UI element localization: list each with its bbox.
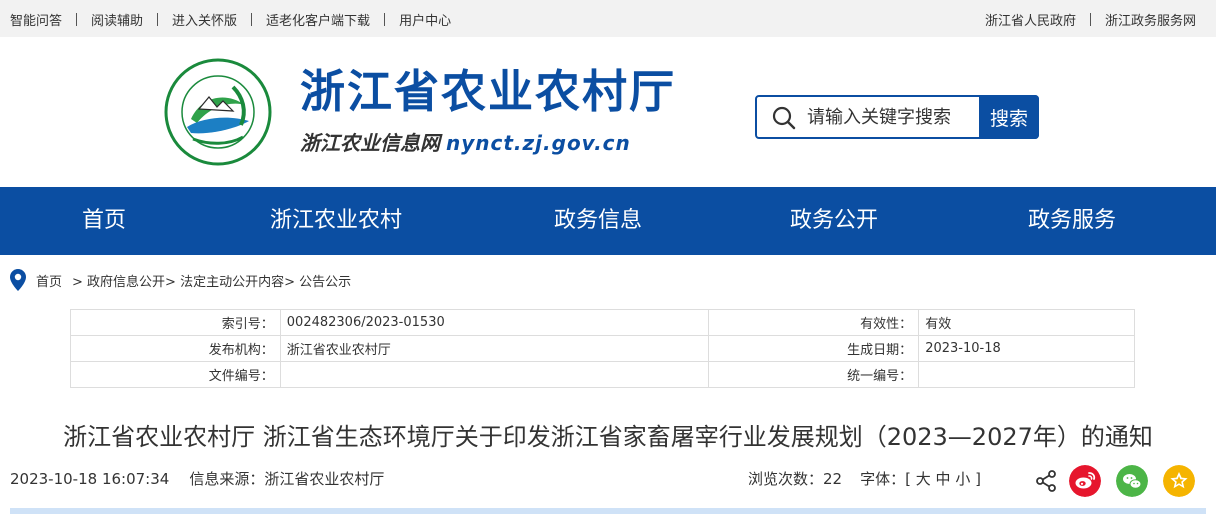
nav-item-government-info[interactable]: 政务信息 [554,187,642,255]
share-icon[interactable] [1034,469,1058,493]
meta-label-file-number: 文件编号： [70,361,281,388]
topbar-link-care-mode[interactable]: 进入关怀版 [172,10,237,29]
nav-item-home[interactable]: 首页 [82,187,126,255]
topbar-right-links: 浙江省人民政府 浙江政务服务网 [985,10,1196,29]
topbar-divider [384,13,386,26]
weibo-share-icon[interactable] [1069,465,1101,497]
topbar-link-provincial-gov[interactable]: 浙江省人民政府 [985,10,1076,29]
breadcrumb-item-statutory-content[interactable]: > 法定主动公开内容 [165,271,284,290]
main-navigation: 首页 浙江农业农村 政务信息 政务公开 政务服务 [0,187,1216,255]
site-url: nynct.zj.gov.cn [446,131,631,155]
search-icon [772,106,796,130]
breadcrumb-item-gov-info-disclosure[interactable]: > 政府信息公开 [72,271,165,290]
nav-item-government-disclosure[interactable]: 政务公开 [790,187,878,255]
site-title: 浙江省农业农村厅 [300,65,677,118]
favorite-star-icon[interactable] [1163,465,1195,497]
font-size-small[interactable]: 小 [955,470,970,488]
topbar-link-user-center[interactable]: 用户中心 [399,10,451,29]
breadcrumb: 首页 > 政府信息公开 > 法定主动公开内容 > 公告公示 [10,268,351,292]
site-header: 浙江省农业农村厅 浙江农业信息网nynct.zj.gov.cn 搜索 [0,37,1216,187]
search-input[interactable] [807,103,977,131]
search-box: 搜索 [755,95,1039,139]
document-meta-table: 索引号： 002482306/2023-01530 有效性： 有效 发布机构： … [70,309,1135,388]
content-divider-bar [10,508,1206,514]
article-info: 2023-10-18 16:07:34 信息来源：浙江省农业农村厅 [10,468,384,489]
site-subtitle: 浙江农业信息网 nynct.zj.gov.cn [300,129,631,157]
topbar-divider [251,13,253,26]
top-utility-bar: 智能问答 阅读辅助 进入关怀版 适老化客户端下载 用户中心 浙江省人民政府 浙江… [0,0,1216,37]
font-size-large[interactable]: 大 [916,470,931,488]
meta-label-created-date: 生成日期： [708,335,920,362]
meta-value-created-date: 2023-10-18 [918,335,1135,362]
topbar-link-smart-qa[interactable]: 智能问答 [10,10,62,29]
topbar-divider [76,13,78,26]
meta-value-unified-number [918,361,1135,388]
meta-value-validity: 有效 [918,309,1135,336]
article-datetime: 2023-10-18 16:07:34 [10,470,170,488]
site-subtitle-text: 浙江农业信息网 [300,131,440,155]
topbar-link-reading-assist[interactable]: 阅读辅助 [91,10,143,29]
article-source: 信息来源：浙江省农业农村厅 [189,470,385,488]
breadcrumb-home[interactable]: 首页 [36,271,62,290]
meta-label-unified-number: 统一编号： [708,361,920,388]
meta-label-validity: 有效性： [708,309,920,336]
wechat-share-icon[interactable] [1116,465,1148,497]
font-size-medium[interactable]: 中 [936,470,951,488]
topbar-left-links: 智能问答 阅读辅助 进入关怀版 适老化客户端下载 用户中心 [10,10,451,29]
table-row: 发布机构： 浙江省农业农村厅 生成日期： 2023-10-18 [70,335,1135,362]
department-emblem-logo[interactable] [163,57,273,167]
table-row: 文件编号： 统一编号： [70,361,1135,388]
topbar-divider [1089,13,1091,26]
nav-item-government-services[interactable]: 政务服务 [1028,187,1116,255]
topbar-divider [157,13,159,26]
article-stats: 浏览次数：22 字体：[ 大 中 小 ] [748,468,981,489]
topbar-link-elderly-app[interactable]: 适老化客户端下载 [266,10,370,29]
breadcrumb-item-announcements[interactable]: > 公告公示 [284,271,351,290]
topbar-link-gov-service[interactable]: 浙江政务服务网 [1105,10,1196,29]
meta-label-publisher: 发布机构： [70,335,281,362]
table-row: 索引号： 002482306/2023-01530 有效性： 有效 [70,309,1135,336]
meta-value-index: 002482306/2023-01530 [279,309,710,336]
location-pin-icon [10,269,26,291]
meta-value-file-number [279,361,710,388]
nav-item-zhejiang-agriculture[interactable]: 浙江农业农村 [270,187,402,255]
article-views: 浏览次数：22 [748,470,843,488]
search-button[interactable]: 搜索 [979,95,1039,139]
font-size-end: ] [975,470,981,488]
meta-value-publisher: 浙江省农业农村厅 [279,335,710,362]
font-size-label: 字体：[ [860,470,911,488]
article-title: 浙江省农业农村厅 浙江省生态环境厅关于印发浙江省家畜屠宰行业发展规划（2023—… [63,423,1153,451]
meta-label-index: 索引号： [70,309,281,336]
